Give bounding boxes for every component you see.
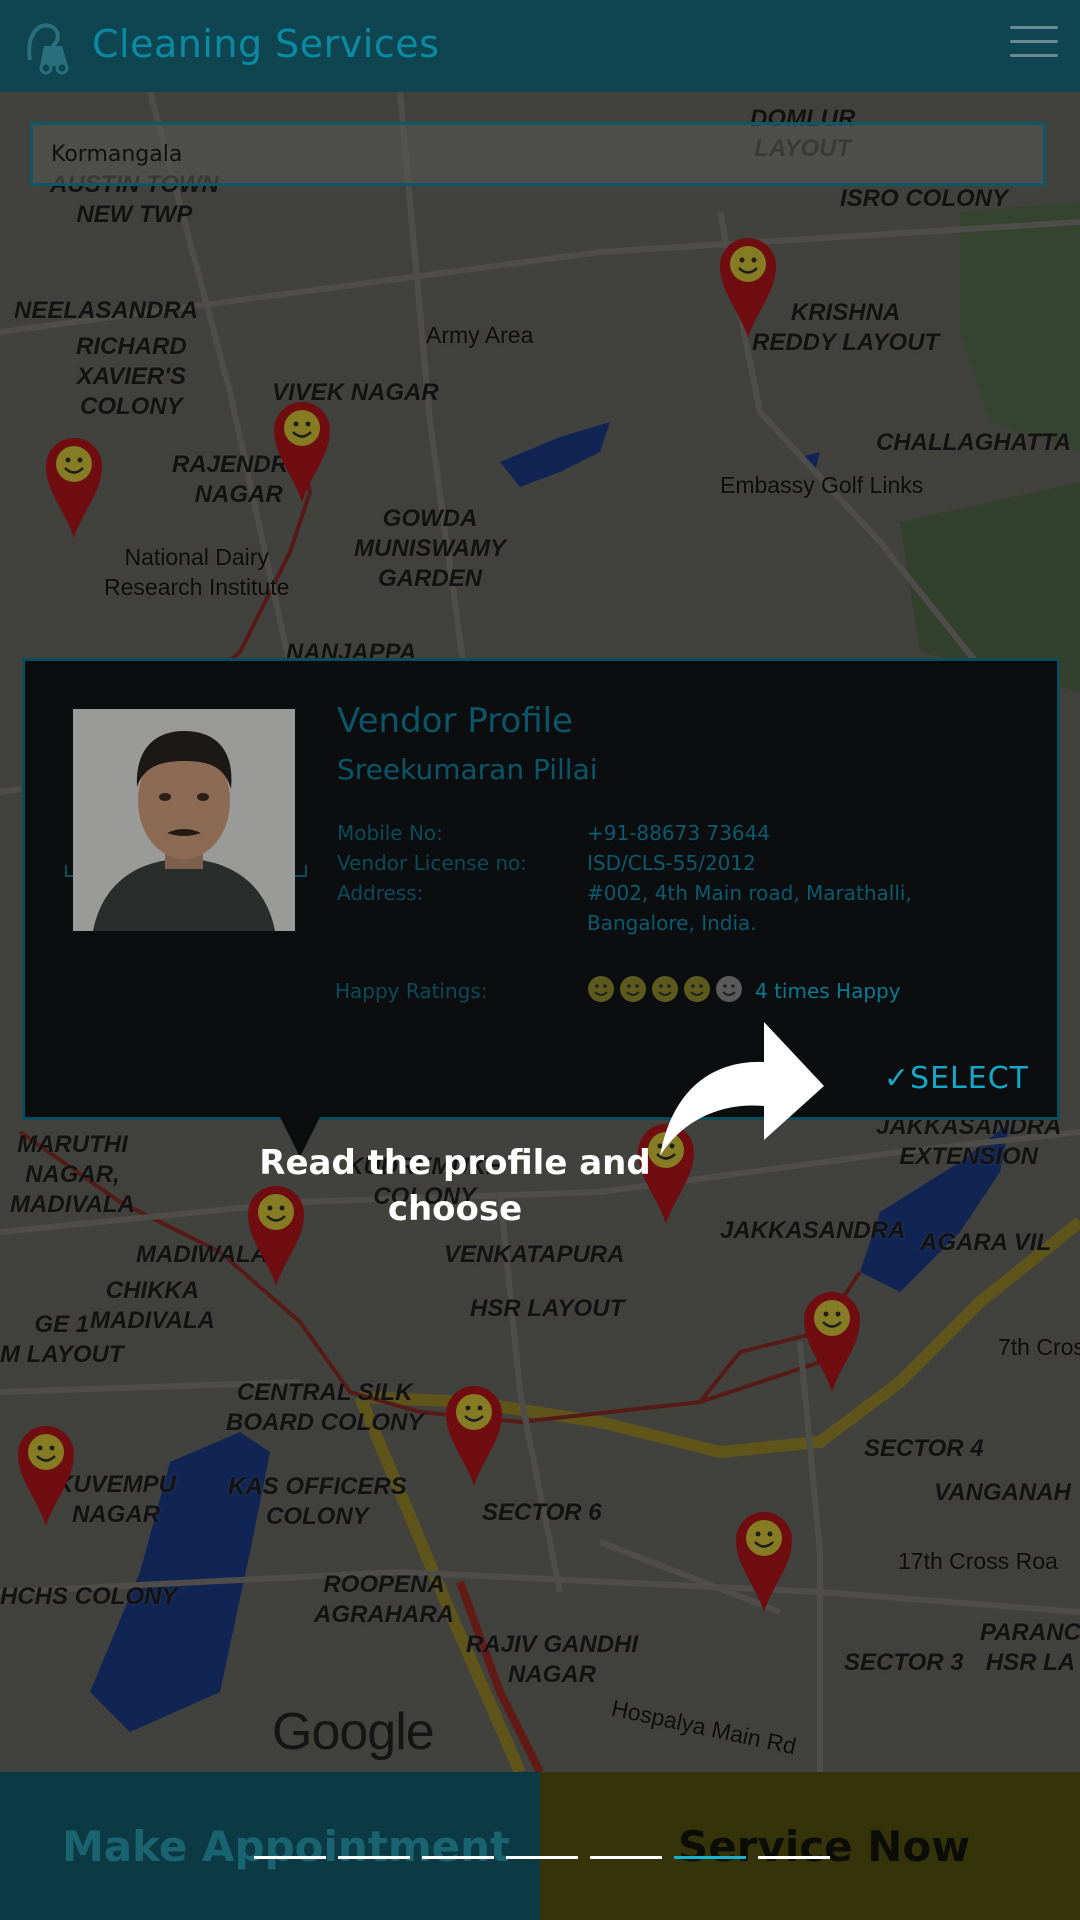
step-dash <box>590 1856 662 1859</box>
address-line1: #002, 4th Main road, Marathalli, <box>587 881 912 905</box>
vendor-profile-heading: Vendor Profile <box>337 701 573 741</box>
app-header: Cleaning Services <box>0 0 1080 92</box>
service-now-button[interactable]: Service Now <box>540 1772 1080 1920</box>
service-now-label: Service Now <box>678 1822 971 1871</box>
tutorial-step-indicator <box>254 1856 830 1859</box>
map-label: CHALLAGHATTA <box>876 429 1072 456</box>
map-label: ISRO COLONY <box>840 185 1009 212</box>
vendor-pin[interactable] <box>442 1380 506 1490</box>
map-label: JAKKASANDRA <box>720 1217 906 1244</box>
map-label: HSR LAYOUT <box>470 1295 625 1322</box>
map-label: Embassy Golf Links <box>720 472 924 498</box>
map-label: National Dairy Research Institute <box>104 544 290 600</box>
map-label: 17th Cross Roa <box>898 1548 1058 1574</box>
location-search-input[interactable] <box>33 125 1043 183</box>
location-search[interactable] <box>30 122 1046 186</box>
map-label: VANGANAH <box>934 1479 1071 1506</box>
vendor-pin[interactable] <box>800 1286 864 1396</box>
happy-smiley-icon <box>652 976 678 1002</box>
step-dash <box>758 1856 830 1859</box>
happy-smiley-icon <box>588 976 614 1002</box>
mobile-value: +91-88673 73644 <box>587 821 771 845</box>
map-label: ROOPENA AGRAHARA <box>314 1571 454 1628</box>
select-vendor-button[interactable]: ✓SELECT <box>884 1061 1029 1096</box>
step-dash <box>422 1856 494 1859</box>
vendor-photo <box>73 709 295 931</box>
map-label: CENTRAL SILK BOARD COLONY <box>226 1379 424 1436</box>
app-title: Cleaning Services <box>92 22 440 66</box>
map-label: 7th Cross <box>998 1334 1080 1360</box>
map-label: SECTOR 6 <box>482 1499 602 1526</box>
map-label: HCHS COLONY <box>0 1583 178 1610</box>
google-attribution: Google <box>272 1703 435 1761</box>
make-appointment-label: Make Appointment <box>62 1822 511 1871</box>
make-appointment-button[interactable]: Make Appointment <box>0 1772 540 1920</box>
map-label: PARANC HSR LA <box>980 1619 1080 1676</box>
vendor-profile-card: Vendor Profile Sreekumaran Pillai Mobile… <box>22 658 1060 1120</box>
license-value: ISD/CLS-55/2012 <box>587 851 756 875</box>
address-line2: Bangalore, India. <box>587 911 757 935</box>
vendor-pin[interactable] <box>14 1420 78 1530</box>
map-label: GE 1 M LAYOUT <box>0 1311 124 1368</box>
map-label: RICHARD XAVIER'S COLONY <box>76 333 187 420</box>
ratings-text: 4 times Happy <box>755 979 901 1003</box>
map-label: SECTOR 4 <box>864 1435 984 1462</box>
step-dash <box>506 1856 578 1859</box>
step-dash <box>254 1856 326 1859</box>
map-label: AGARA VIL <box>920 1229 1052 1256</box>
happy-ratings <box>587 975 743 1003</box>
license-label: Vendor License no: <box>337 851 528 875</box>
empty-smiley-icon <box>716 976 742 1002</box>
ratings-label: Happy Ratings: <box>335 979 488 1003</box>
map-label: JAKKASANDRA EXTENSION <box>876 1113 1062 1170</box>
step-dash <box>674 1856 746 1859</box>
happy-smiley-icon <box>684 976 710 1002</box>
map-label: Army Area <box>426 322 534 348</box>
step-dash <box>338 1856 410 1859</box>
hamburger-menu-icon[interactable] <box>1010 26 1058 66</box>
vendor-name: Sreekumaran Pillai <box>337 753 598 786</box>
vendor-pin[interactable] <box>716 232 780 342</box>
tutorial-hint: Read the profile and choose <box>259 1143 651 1229</box>
map-label: RAJIV GANDHI NAGAR <box>466 1631 639 1688</box>
map-label: NEELASANDRA <box>14 297 199 324</box>
map-label: GOWDA MUNISWAMY GARDEN <box>354 505 506 592</box>
address-label: Address: <box>337 881 424 905</box>
map-label: KRISHNA REDDY LAYOUT <box>752 299 940 356</box>
map-label: SECTOR 3 <box>844 1649 964 1676</box>
vendor-pin[interactable] <box>732 1506 796 1616</box>
vendor-pin[interactable] <box>270 396 334 506</box>
mobile-label: Mobile No: <box>337 821 443 845</box>
map-label: KAS OFFICERS COLONY <box>228 1473 407 1530</box>
vendor-pin[interactable] <box>42 432 106 542</box>
vacuum-cleaner-icon <box>27 23 69 75</box>
map-label: VENKATAPURA <box>444 1241 625 1268</box>
map-label: MARUTHI NAGAR, MADIVALA <box>10 1131 135 1218</box>
happy-smiley-icon <box>620 976 646 1002</box>
